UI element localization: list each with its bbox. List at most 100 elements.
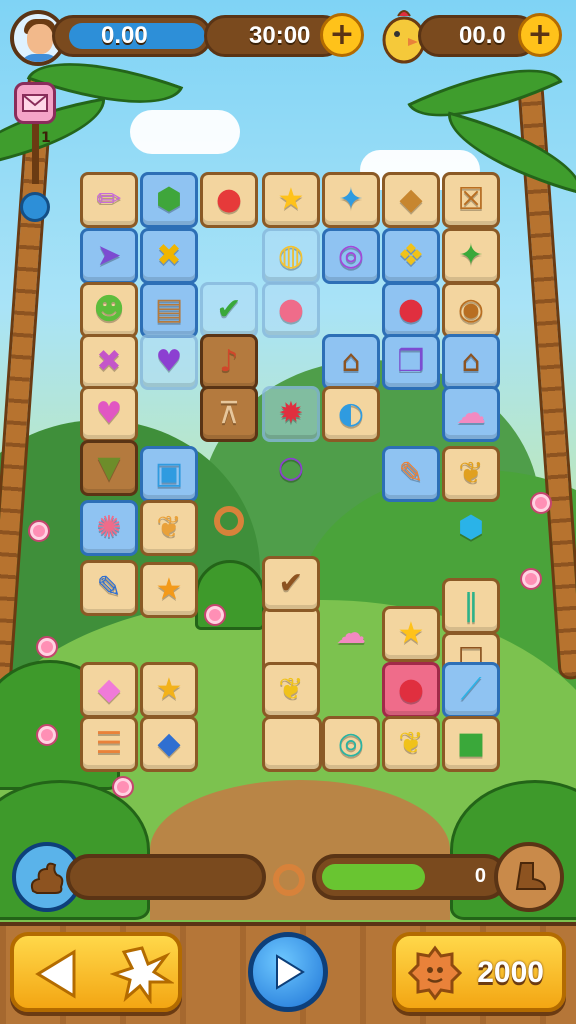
rainbow-ball-icon: ● xyxy=(277,292,305,327)
tile-yellow-dog[interactable]: ❦ xyxy=(262,662,320,718)
tile-pink-blob[interactable]: ☁ xyxy=(442,386,500,442)
blue-crystal-icon: ⬢ xyxy=(457,510,485,545)
tile-pink-heart[interactable]: ♥ xyxy=(80,386,138,442)
tile-blob-pink[interactable]: ☁ xyxy=(322,606,380,662)
splat-icon xyxy=(110,946,174,1004)
tile-music-note[interactable]: ♪ xyxy=(200,334,258,390)
funnel-icon: ▼ xyxy=(97,450,121,485)
tile-rainbow-ball[interactable]: ● xyxy=(262,282,320,338)
tile-crayon[interactable]: ✏ xyxy=(80,172,138,228)
teal-ring-icon: ◎ xyxy=(337,726,365,761)
tile-blue-box[interactable]: ▣ xyxy=(140,446,198,502)
music-note-icon: ♪ xyxy=(219,344,239,379)
chick-icon: ❦ xyxy=(398,726,424,761)
gold-star-icon: ★ xyxy=(155,672,183,707)
cross-icon: ✖ xyxy=(156,238,182,273)
tile-crate[interactable]: ☒ xyxy=(442,172,500,228)
heart-icon: ♥ xyxy=(155,344,183,379)
tile-pen[interactable]: ✎ xyxy=(80,560,138,616)
tile-kite[interactable]: ◆ xyxy=(382,172,440,228)
corn-icon: ❖ xyxy=(397,238,425,273)
boot-icon xyxy=(515,862,547,890)
tile-funnel[interactable]: ▼ xyxy=(80,440,138,496)
tile-pipes[interactable]: ‖ xyxy=(442,578,500,634)
score-button[interactable]: 2000 xyxy=(392,932,566,1012)
tile-blue-gem[interactable]: ◆ xyxy=(140,716,198,772)
red-bug-icon: ✹ xyxy=(278,396,304,431)
basket-icon: ▤ xyxy=(154,292,184,327)
tile-cross-icon-pink[interactable]: ✖ xyxy=(80,334,138,390)
tile-ring[interactable]: ◎ xyxy=(322,228,380,284)
tile-duck[interactable]: ❦ xyxy=(140,500,198,556)
right-progress-fill xyxy=(322,864,426,890)
blue-gem-icon: ◆ xyxy=(157,726,181,761)
tile-basket[interactable]: ▤ xyxy=(140,282,198,338)
stack-icon: ☰ xyxy=(95,726,123,761)
tile-heart[interactable]: ♥ xyxy=(140,334,198,390)
tile-easel[interactable]: ⊼ xyxy=(200,386,258,442)
poop-icon xyxy=(30,862,64,894)
apple-icon: ● xyxy=(397,292,425,327)
crayon-icon: ✏ xyxy=(96,182,122,217)
tile-house[interactable]: ⌂ xyxy=(322,334,380,390)
tile-yellow-star[interactable]: ★ xyxy=(382,606,440,662)
tile-checkmark-tile[interactable]: ✔ xyxy=(262,556,320,612)
tile-chick[interactable]: ❦ xyxy=(382,716,440,772)
tile-hut[interactable]: ⌂ xyxy=(442,334,500,390)
tile-blue-crystal[interactable]: ⬢ xyxy=(442,500,500,556)
tile-green-gem[interactable]: ⬢ xyxy=(140,172,198,228)
tile-syringe[interactable]: ⟋ xyxy=(442,662,500,718)
tile-red-bug[interactable]: ✹ xyxy=(262,386,320,442)
right-progress-value: 0 xyxy=(474,865,486,887)
green-gem-icon: ⬢ xyxy=(155,182,183,217)
play-button[interactable] xyxy=(248,932,328,1012)
tile-pink-gem[interactable]: ◆ xyxy=(80,662,138,718)
hut-icon: ⌂ xyxy=(461,344,481,379)
tile-cross[interactable]: ✖ xyxy=(140,228,198,284)
tile-green-face[interactable]: ☻ xyxy=(80,282,138,338)
orange-ring-icon[interactable] xyxy=(214,506,244,536)
red-orb-icon: ● xyxy=(397,672,425,707)
green-square-icon: ■ xyxy=(456,726,486,761)
check-icon: ✔ xyxy=(216,292,242,327)
tile-melon[interactable]: ◍ xyxy=(262,228,320,284)
back-button[interactable] xyxy=(10,932,182,1012)
melon-icon: ◍ xyxy=(277,238,305,273)
tile-purple-ring[interactable]: ○ xyxy=(262,440,320,496)
tile-green-square[interactable]: ■ xyxy=(442,716,500,772)
green-star-icon: ✦ xyxy=(458,238,484,273)
purple-ring-icon: ○ xyxy=(277,450,305,485)
kite-icon: ◆ xyxy=(399,182,423,217)
tile-gold-star[interactable]: ★ xyxy=(140,662,198,718)
pen-icon: ✎ xyxy=(96,570,122,605)
tile-pencil[interactable]: ✎ xyxy=(382,446,440,502)
tile-red-ball[interactable]: ● xyxy=(200,172,258,228)
tile-pacifier[interactable]: ◐ xyxy=(322,386,380,442)
tile-bird[interactable]: ✦ xyxy=(322,172,380,228)
tile-green-star[interactable]: ✦ xyxy=(442,228,500,284)
tile-snail[interactable]: ◉ xyxy=(442,282,500,338)
score-value: 2000 xyxy=(477,956,544,989)
duck-icon: ❦ xyxy=(156,510,182,545)
paper-plane-icon: ➤ xyxy=(96,238,122,273)
pink-gem-icon: ◆ xyxy=(97,672,121,707)
tile-stack[interactable]: ☰ xyxy=(80,716,138,772)
tile-wrapped-gift[interactable]: ❒ xyxy=(382,334,440,390)
tile-red-orb[interactable]: ● xyxy=(382,662,440,718)
yellow-star-icon: ★ xyxy=(397,616,425,651)
beach-ball-icon: ✺ xyxy=(96,510,122,545)
tile-paper-plane[interactable]: ➤ xyxy=(80,228,138,284)
tile-beach-ball[interactable]: ✺ xyxy=(80,500,138,556)
tile-rooster[interactable]: ❦ xyxy=(442,446,500,502)
boot-button[interactable] xyxy=(494,842,564,912)
tile-check[interactable]: ✔ xyxy=(200,282,258,338)
center-ring-icon xyxy=(273,864,305,896)
tile-teal-ring[interactable]: ◎ xyxy=(322,716,380,772)
orange-star-icon: ★ xyxy=(155,572,183,607)
tile-orange-star[interactable]: ★ xyxy=(140,562,198,618)
empty-tile[interactable] xyxy=(262,716,322,772)
tile-star[interactable]: ★ xyxy=(262,172,320,228)
yellow-dog-icon: ❦ xyxy=(278,672,304,707)
tile-apple[interactable]: ● xyxy=(382,282,440,338)
tile-corn[interactable]: ❖ xyxy=(382,228,440,284)
